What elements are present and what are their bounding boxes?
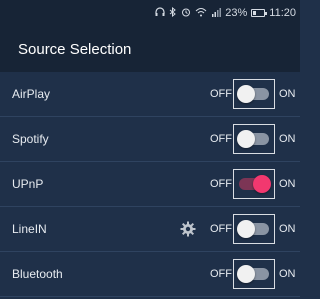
page-title: Source Selection — [18, 40, 132, 58]
bluetooth-toggle[interactable] — [233, 259, 275, 289]
wifi-icon — [195, 7, 207, 20]
source-label: Bluetooth — [12, 267, 63, 281]
on-label: ON — [279, 178, 296, 190]
headphones-icon — [155, 6, 165, 20]
off-label: OFF — [210, 178, 232, 190]
off-label: OFF — [210, 133, 232, 145]
source-row-bluetooth: Bluetooth OFF ON — [0, 252, 300, 297]
toggle-knob — [237, 85, 255, 103]
alarm-icon — [181, 7, 191, 20]
spotify-toggle[interactable] — [233, 124, 275, 154]
app-header: Source Selection — [0, 26, 300, 72]
source-row-upnp: UPnP OFF ON — [0, 162, 300, 207]
source-label: LineIN — [12, 222, 47, 236]
on-label: ON — [279, 133, 296, 145]
toggle-track — [239, 175, 271, 193]
toggle-track — [237, 265, 269, 283]
battery-percent: 23% — [225, 7, 248, 19]
toggle-track — [237, 85, 269, 103]
off-label: OFF — [210, 223, 232, 235]
linein-toggle[interactable] — [233, 214, 275, 244]
clock: 11:20 — [269, 7, 296, 19]
toggle-track — [237, 130, 269, 148]
toggle-knob — [237, 265, 255, 283]
airplay-toggle[interactable] — [233, 79, 275, 109]
status-bar: 23% 11:20 — [0, 0, 300, 26]
toggle-knob — [237, 130, 255, 148]
toggle-knob — [237, 220, 255, 238]
battery-icon — [251, 9, 268, 17]
source-label: AirPlay — [12, 87, 51, 101]
source-label: UPnP — [12, 177, 44, 191]
source-row-spotify: Spotify OFF ON — [0, 117, 300, 162]
source-row-linein: LineIN OFF ON — [0, 207, 300, 252]
upnp-toggle[interactable] — [233, 169, 275, 199]
off-label: OFF — [210, 88, 232, 100]
signal-icon — [211, 7, 222, 20]
toggle-track — [237, 220, 269, 238]
source-row-airplay: AirPlay OFF ON — [0, 72, 300, 117]
off-label: OFF — [210, 268, 232, 280]
bluetooth-icon — [169, 6, 177, 20]
source-list: AirPlay OFF ON Spotify OFF ON UPnP OFF O… — [0, 72, 300, 297]
toggle-knob — [253, 175, 271, 193]
on-label: ON — [279, 223, 296, 235]
gear-icon[interactable] — [180, 221, 196, 237]
on-label: ON — [279, 88, 296, 100]
source-label: Spotify — [12, 132, 49, 146]
on-label: ON — [279, 268, 296, 280]
